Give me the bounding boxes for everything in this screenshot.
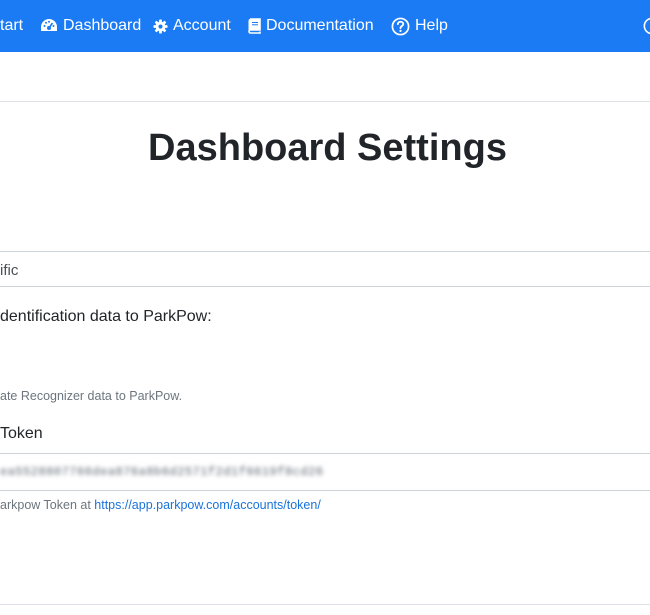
page-title: Dashboard Settings	[148, 127, 507, 169]
top-field-value: ific	[0, 262, 19, 279]
token-value: ea5528807766dea876a8b6d2571f2d1f6619f8cd…	[0, 465, 324, 479]
nav-item-help-label: Help	[415, 17, 448, 34]
token-help-prefix: arkpow Token at	[0, 498, 95, 512]
nav-item-user-partial[interactable]	[643, 16, 650, 36]
nav-item-account-label: Account	[173, 17, 231, 34]
nav-item-documentation[interactable]: Documentation	[247, 16, 374, 36]
token-help-text: arkpow Token at https://app.parkpow.com/…	[0, 498, 321, 512]
nav-item-documentation-label: Documentation	[266, 17, 374, 34]
parkpow-checkbox-label: dentification data to ParkPow:	[0, 308, 212, 325]
token-help-link[interactable]: https://app.parkpow.com/accounts/token/	[94, 498, 321, 512]
nav-item-help[interactable]: Help	[391, 16, 448, 36]
gear-icon	[153, 16, 168, 36]
question-circle-icon	[391, 16, 410, 36]
user-circle-icon	[643, 16, 650, 36]
token-label: Token	[0, 425, 43, 442]
book-icon	[247, 16, 261, 36]
token-input[interactable]: ea5528807766dea876a8b6d2571f2d1f6619f8cd…	[0, 453, 650, 491]
nav-item-dashboard[interactable]: Dashboard	[40, 16, 141, 36]
top-navbar: tart Dashboard Account Documentation Hel…	[0, 0, 650, 52]
nav-item-dashboard-label: Dashboard	[63, 17, 142, 34]
nav-item-start[interactable]: tart	[0, 16, 23, 36]
nav-item-account[interactable]: Account	[153, 16, 231, 36]
divider-top	[0, 101, 650, 102]
divider-bottom	[0, 604, 650, 605]
dashboard-gauge-icon	[40, 16, 58, 36]
parkpow-help-text: ate Recognizer data to ParkPow.	[0, 389, 183, 403]
nav-item-start-label: tart	[0, 17, 24, 34]
top-field[interactable]: ific	[0, 251, 650, 287]
